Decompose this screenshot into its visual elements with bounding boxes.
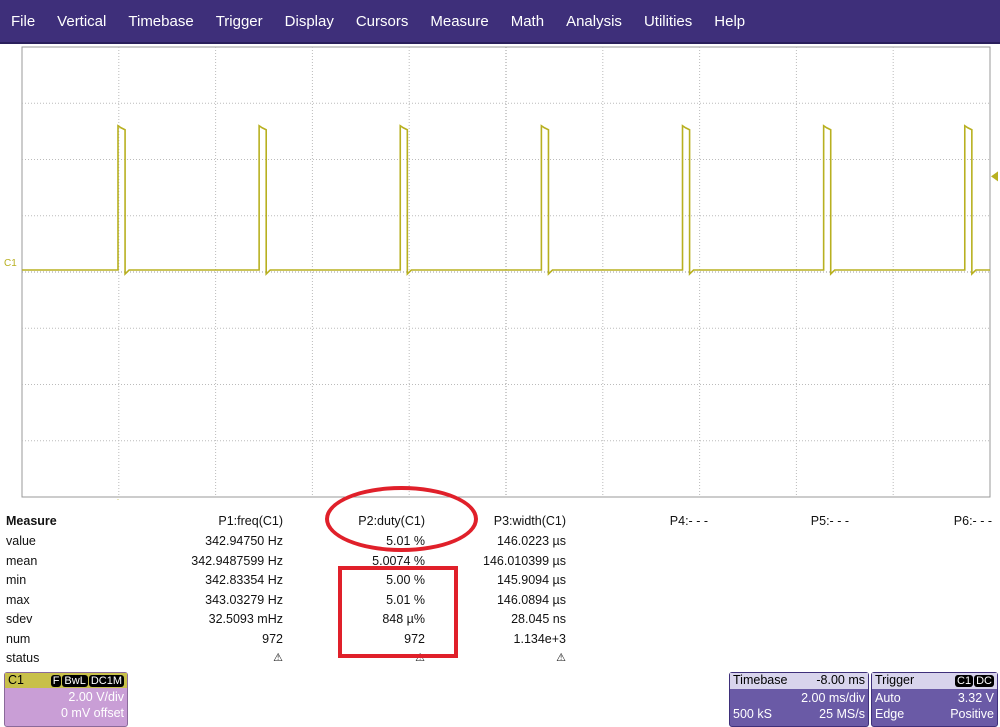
measure-row: mean 342.9487599 Hz 5.0074 % 146.010399 µs xyxy=(0,554,1000,574)
trigger-level-marker xyxy=(991,171,998,182)
sample-rate: 25 MS/s xyxy=(819,707,865,721)
warning-icon: ⚠ xyxy=(556,652,566,664)
trigger-type: Edge xyxy=(875,707,905,721)
row-label: value xyxy=(6,534,36,548)
menu-file[interactable]: File xyxy=(0,13,46,30)
measure-value: 146.0894 µs xyxy=(496,592,566,607)
offset: 0 mV offset xyxy=(61,706,124,720)
timebase-descriptor[interactable]: Timebase -8.00 ms 2.00 ms/div 500 kS 25 MS… xyxy=(729,672,869,727)
menu-measure[interactable]: Measure xyxy=(419,13,499,30)
timebase-title: Timebase xyxy=(733,673,788,687)
menu-bar: File Vertical Timebase Trigger Display Cursor… xyxy=(0,0,1000,44)
menu-cursors[interactable]: Cursors xyxy=(345,13,420,30)
measure-value: 146.010399 µs xyxy=(483,553,566,568)
menu-analysis[interactable]: Analysis xyxy=(555,13,633,30)
measure-value: 342.83354 Hz xyxy=(205,573,283,587)
menu-help[interactable]: Help xyxy=(703,13,756,30)
measure-value: 343.03279 Hz xyxy=(205,592,283,607)
trigger-title: Trigger xyxy=(875,673,915,687)
trigger-level: 3.32 V xyxy=(957,691,994,705)
timebase-delay: -8.00 ms xyxy=(816,673,865,687)
row-label: max xyxy=(6,592,30,607)
tag: BwL xyxy=(62,675,88,687)
measure-value: 1.134e+3 xyxy=(513,631,566,646)
trigger-mode: Auto xyxy=(875,691,901,705)
measure-row: sdev 32.5093 mHz 848 µ% 28.045 ns xyxy=(0,612,1000,632)
tag: C1 xyxy=(955,675,974,687)
row-label: status xyxy=(6,651,40,665)
volts-per-div: 2.00 V/div xyxy=(68,690,124,704)
measure-row: min 342.83354 Hz 5.00 % 145.9094 µs xyxy=(0,573,1000,593)
waveform-grid: C1 xyxy=(4,46,998,500)
measure-value: 972 xyxy=(262,631,283,646)
warning-icon: ⚠ xyxy=(273,652,283,664)
trigger-position-marker xyxy=(117,499,119,500)
sample-count: 500 kS xyxy=(733,707,772,721)
measure-header: Measure P1:freq(C1) P2:duty(C1) P3:width(C1… xyxy=(0,514,1000,534)
row-label: num xyxy=(6,631,31,646)
menu-utilities[interactable]: Utilities xyxy=(633,13,703,30)
row-label: mean xyxy=(6,553,38,568)
channel-descriptor-c1[interactable]: C1 F BwL DC1M 2.00 V/div 0 mV offset xyxy=(4,672,128,727)
measure-value: 145.9094 µs xyxy=(496,573,566,587)
annotation-ellipse xyxy=(325,486,478,552)
trigger-slope: Positive xyxy=(950,707,994,721)
measure-row: num 972 972 1.134e+3 xyxy=(0,632,1000,652)
param-header[interactable]: P3:width(C1) xyxy=(494,514,566,528)
menu-math[interactable]: Math xyxy=(500,13,555,30)
menu-timebase[interactable]: Timebase xyxy=(117,13,204,30)
measure-row: max 343.03279 Hz 5.01 % 146.0894 µs xyxy=(0,593,1000,613)
menu-display[interactable]: Display xyxy=(274,13,345,30)
measure-row: status ⚠ ⚠ ⚠ xyxy=(0,651,1000,671)
param-header[interactable]: P4:- - - xyxy=(670,514,708,528)
measure-value: 146.0223 µs xyxy=(496,534,566,548)
row-label: min xyxy=(6,573,27,587)
time-per-div: 2.00 ms/div xyxy=(801,691,865,705)
row-label: sdev xyxy=(6,612,33,626)
param-header[interactable]: P5:- - - xyxy=(811,514,849,528)
tag: F xyxy=(50,675,62,687)
param-header[interactable]: P1:freq(C1) xyxy=(218,514,283,528)
measure-row: value 342.94750 Hz 5.01 % 146.0223 µs xyxy=(0,534,1000,554)
measure-value: 342.9487599 Hz xyxy=(191,553,283,568)
annotation-rectangle xyxy=(338,566,458,658)
channel-label: C1 xyxy=(4,258,17,269)
measure-value: 342.94750 Hz xyxy=(205,534,283,548)
measure-value: 32.5093 mHz xyxy=(208,612,283,626)
menu-vertical[interactable]: Vertical xyxy=(46,13,117,30)
menu-trigger[interactable]: Trigger xyxy=(205,13,274,30)
tag: DC xyxy=(974,675,994,687)
tag: DC1M xyxy=(88,675,124,687)
measure-value: 28.045 ns xyxy=(511,612,566,626)
measure-title: Measure xyxy=(6,514,57,528)
trigger-descriptor[interactable]: Trigger C1 DC Auto 3.32 V Edge Positive xyxy=(871,672,998,727)
channel-name: C1 xyxy=(8,673,24,687)
param-header[interactable]: P6:- - - xyxy=(954,514,992,528)
